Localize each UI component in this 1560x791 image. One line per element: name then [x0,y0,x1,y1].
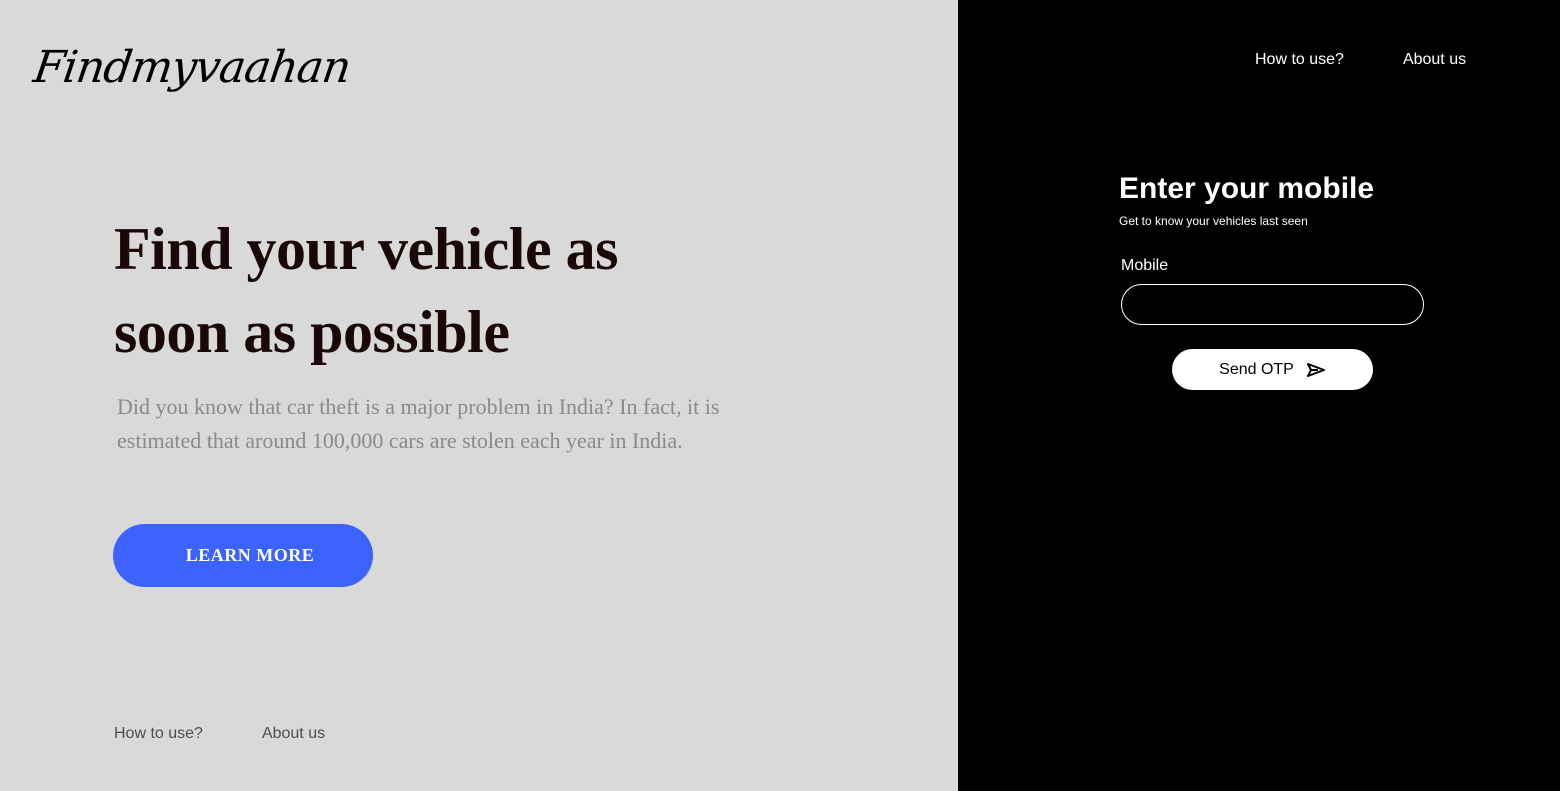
send-icon [1306,362,1326,378]
footer-link-about-us[interactable]: About us [262,725,325,743]
hero-panel: Findmyvaahan Find your vehicle as soon a… [0,0,958,791]
login-panel: How to use? About us Enter your mobile G… [958,0,1560,791]
form-subtitle: Get to know your vehicles last seen [1119,214,1308,228]
nav-link-how-to-use[interactable]: How to use? [1255,51,1344,69]
brand-logo[interactable]: Findmyvaahan [30,42,353,93]
mobile-label: Mobile [1121,257,1169,274]
hero-description: Did you know that car theft is a major p… [117,394,720,453]
hero-headline: Find your vehicle as soon as possible [114,216,618,365]
footer-link-how-to-use[interactable]: How to use? [114,725,203,743]
top-nav: How to use? About us [1255,51,1466,69]
mobile-input[interactable] [1121,284,1424,325]
send-otp-label: Send OTP [1219,360,1294,378]
learn-more-button[interactable]: LEARN MORE [113,524,373,587]
send-otp-button[interactable]: Send OTP [1172,349,1373,390]
footer-nav: How to use? About us [114,725,325,743]
form-title: Enter your mobile [1119,172,1375,205]
nav-link-about-us[interactable]: About us [1403,51,1466,69]
